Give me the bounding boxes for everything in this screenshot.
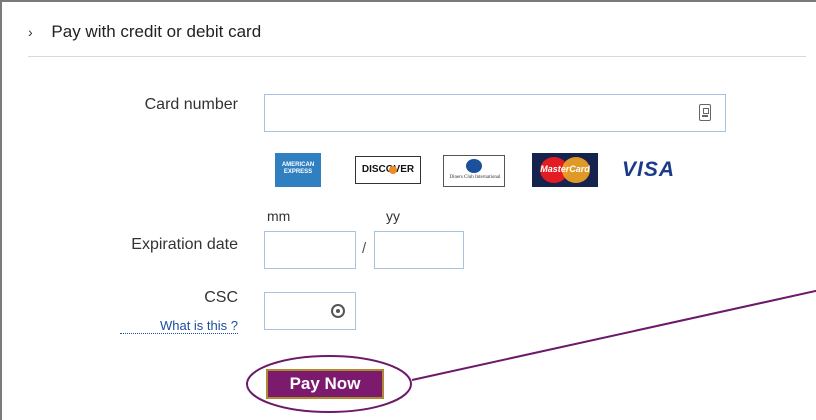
highlight-ellipse [246,355,412,413]
annotation-overlay [246,289,816,413]
callout-line [411,289,816,381]
